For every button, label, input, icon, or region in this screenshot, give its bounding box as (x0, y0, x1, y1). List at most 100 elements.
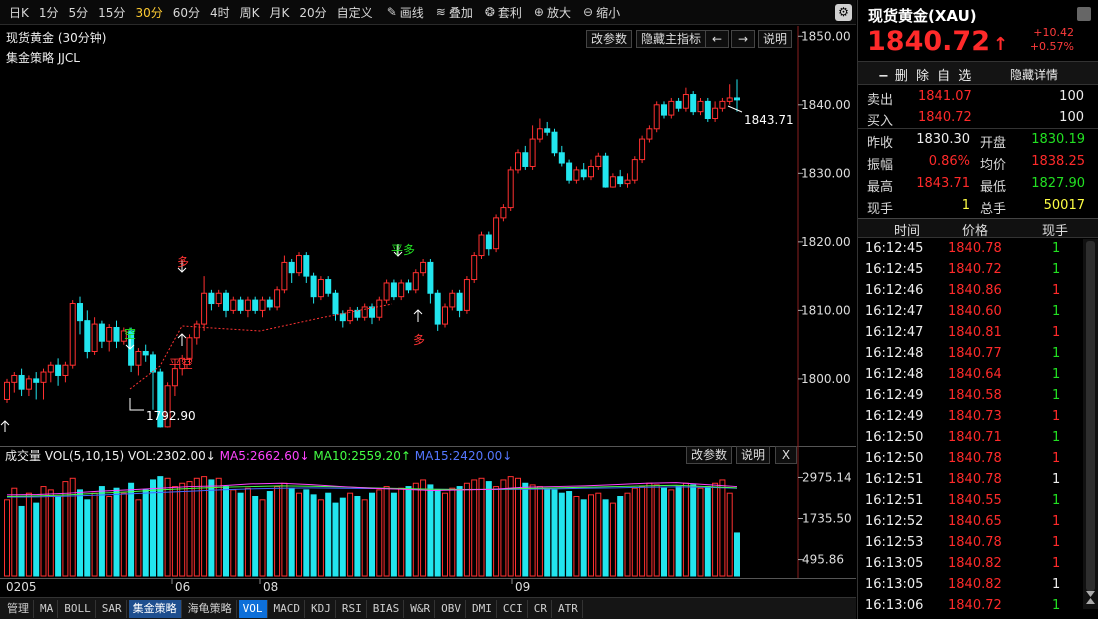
candle (18, 374, 25, 390)
candle (697, 100, 704, 113)
volume-bar (252, 496, 259, 577)
alert-icon[interactable] (1077, 7, 1091, 21)
period-tab[interactable]: 日K (4, 0, 34, 25)
period-tab[interactable]: 5分 (64, 0, 94, 25)
volume-bar (317, 499, 324, 577)
candle (325, 279, 332, 294)
price-chart-panel[interactable]: 1850.00 1840.00 1830.00 1820.00 1810.00 1800.… (0, 26, 856, 446)
ticks-scrollbar[interactable] (1083, 239, 1098, 609)
volume-panel[interactable]: 2975.14 1735.50 495.86 成交量 VOL(5,10,15) VO… (0, 446, 856, 578)
tool-stack-button[interactable]: ≋ 叠加 (431, 0, 478, 25)
tick-row: 16:12:48 1840.77 1 (865, 346, 1061, 361)
volume-bar (18, 505, 25, 577)
indicator-tab[interactable]: CCI (499, 599, 528, 618)
indicator-tab[interactable]: BIAS (369, 599, 405, 618)
volume-bar (150, 479, 156, 577)
indicator-tab[interactable]: ATR (554, 599, 583, 618)
hide-main-indicator-button[interactable]: 隐藏主指标 (636, 30, 707, 48)
candle (361, 306, 368, 318)
ma15-value: MA15:2420.00↓ (414, 449, 513, 463)
remove-favorite-button[interactable]: − 删 除 自 选 (878, 65, 973, 84)
volume-bar (704, 486, 711, 577)
candle (193, 323, 200, 339)
volume-bar (157, 476, 164, 577)
period-tab[interactable]: 60分 (168, 0, 205, 25)
indicator-tab[interactable]: VOL (238, 599, 268, 618)
period-tab[interactable]: 月K (265, 0, 295, 25)
volume-title: 成交量 (5, 449, 42, 463)
candle (588, 165, 594, 178)
ma5-value: MA5:2662.60↓ (219, 449, 310, 463)
period-tab[interactable]: 周K (235, 0, 265, 25)
hide-details-button[interactable]: 隐藏详情 (1010, 66, 1058, 83)
indicator-tab[interactable]: OBV (437, 599, 466, 618)
indicator-tab[interactable]: KDJ (307, 599, 336, 618)
signal-label: 多 (413, 333, 425, 347)
candle (317, 279, 324, 298)
volume-bar (712, 482, 719, 577)
indicator-tab[interactable]: 海龟策略 (184, 599, 237, 618)
stat-row: 现手 1 总手 50017 (867, 198, 1085, 217)
volume-chart[interactable]: 2975.14 1735.50 495.86 (0, 446, 856, 578)
volume-bar (223, 486, 229, 577)
candle (719, 100, 726, 109)
candle (390, 282, 397, 298)
tool-zoom-in-button[interactable]: ⊕ 放大 (529, 0, 576, 25)
period-tab[interactable]: 15分 (93, 0, 130, 25)
candle (558, 152, 565, 164)
tick-row: 16:12:47 1840.60 1 (865, 304, 1061, 319)
period-tab[interactable]: 30分 (130, 0, 167, 25)
volume-bar (383, 486, 390, 577)
volume-value: VOL:2302.00↓ (127, 449, 216, 463)
money-bag-icon: ❂ (484, 5, 495, 19)
candle (296, 255, 302, 274)
indicator-tab[interactable]: BOLL (60, 599, 96, 618)
volume-tick-label: 495.86 (802, 553, 844, 567)
volume-tick-label: 2975.14 (802, 470, 852, 484)
candle (536, 128, 543, 140)
volume-close-button[interactable]: X (775, 446, 797, 464)
volume-bar (171, 486, 178, 577)
indicator-tab[interactable]: CR (530, 599, 552, 618)
candlestick-chart[interactable]: 1850.00 1840.00 1830.00 1820.00 1810.00 1800.… (0, 26, 856, 446)
indicator-tab[interactable]: RSI (338, 599, 367, 618)
tool-pencil-button[interactable]: ✎ 画线 (382, 0, 429, 25)
period-tab[interactable]: 自定义 (332, 0, 378, 25)
tick-row: 16:12:50 1840.71 1 (865, 430, 1061, 445)
period-tab[interactable]: 20分 (294, 0, 331, 25)
indicator-tab[interactable]: DMI (468, 599, 497, 618)
gear-icon[interactable]: ⚙ (835, 4, 852, 21)
zoom-in-icon: ⊕ (533, 5, 544, 19)
candle (376, 299, 383, 318)
tick-row: 16:12:51 1840.55 1 (865, 493, 1061, 508)
volume-bar (544, 487, 551, 577)
candle (442, 306, 448, 325)
volume-edit-params-button[interactable]: 改参数 (686, 446, 733, 464)
candle (653, 104, 660, 130)
period-tab[interactable]: 1分 (34, 0, 64, 25)
indicator-tab[interactable]: 集金策略 (128, 599, 182, 618)
indicator-tab[interactable]: MA (36, 599, 59, 618)
volume-bar (25, 492, 32, 577)
volume-bar (485, 481, 492, 577)
prev-arrow-button[interactable]: ← (705, 30, 729, 48)
volume-bar (310, 494, 317, 577)
tool-money-bag-button[interactable]: ❂ 套利 (480, 0, 527, 25)
tool-zoom-out-button[interactable]: ⊖ 缩小 (578, 0, 625, 25)
indicator-tab[interactable]: 管理 (3, 599, 34, 618)
volume-bar (47, 489, 54, 577)
indicator-tab[interactable]: W&R (406, 599, 436, 618)
indicator-tab[interactable]: MACD (270, 599, 305, 618)
indicator-tab[interactable]: SAR (98, 599, 127, 618)
volume-help-button[interactable]: 说明 (736, 446, 771, 464)
next-arrow-button[interactable]: → (731, 30, 755, 48)
change-pct: +0.57% (1029, 40, 1074, 53)
period-tab[interactable]: 4时 (205, 0, 235, 25)
low-price-label: 1792.90 (146, 409, 196, 423)
chart-help-button[interactable]: 说明 (758, 30, 793, 48)
last-price: 1840.72 ↑ (867, 26, 1009, 57)
candle (369, 306, 375, 318)
candle (573, 169, 580, 181)
volume-bar (369, 492, 375, 577)
edit-params-button[interactable]: 改参数 (586, 30, 633, 48)
